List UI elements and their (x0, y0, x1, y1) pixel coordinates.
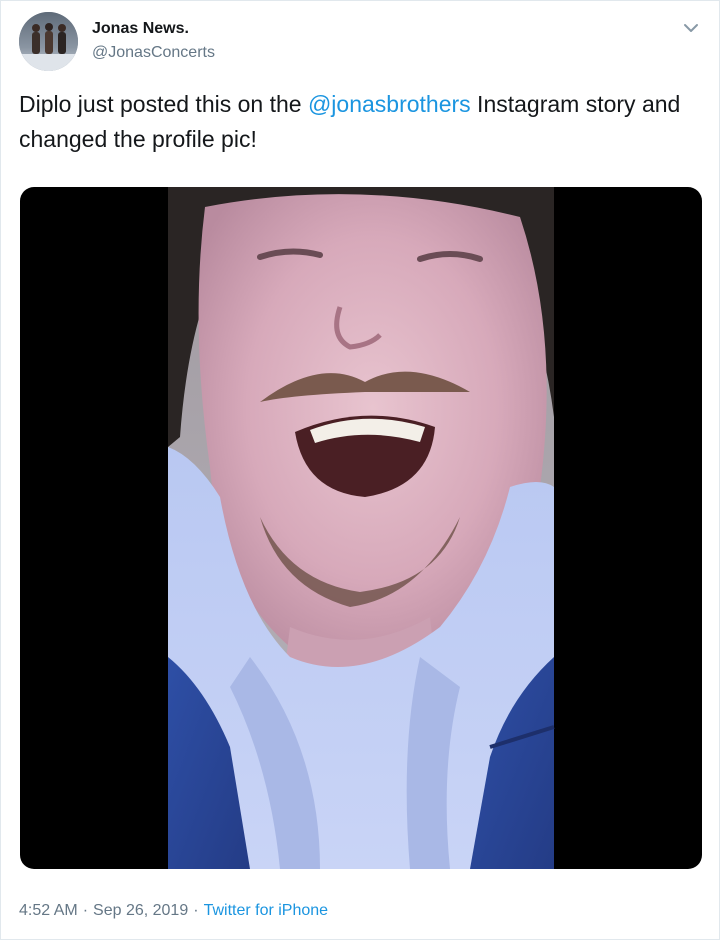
author-name[interactable]: Jonas News. (92, 19, 189, 39)
avatar-image (19, 12, 78, 71)
tweet-text: Diplo just posted this on the @jonasbrot… (19, 87, 709, 157)
mention-link[interactable]: @jonasbrothers (308, 91, 471, 117)
tweet-time[interactable]: 4:52 AM (19, 902, 78, 919)
media-video[interactable] (20, 187, 702, 869)
video-still (168, 187, 555, 869)
tweet-card: Jonas News. @JonasConcerts Diplo just po… (0, 0, 720, 940)
tweet-meta: 4:52 AM · Sep 26, 2019 · Twitter for iPhone (19, 901, 328, 921)
chevron-down-icon[interactable] (681, 21, 701, 35)
tweet-text-before: Diplo just posted this on the (19, 91, 308, 117)
tweet-source[interactable]: Twitter for iPhone (204, 902, 329, 919)
avatar[interactable] (19, 12, 78, 71)
author-handle[interactable]: @JonasConcerts (92, 43, 215, 63)
tweet-date[interactable]: Sep 26, 2019 (93, 902, 188, 919)
meta-separator: · (193, 902, 199, 919)
meta-separator: · (82, 902, 89, 919)
